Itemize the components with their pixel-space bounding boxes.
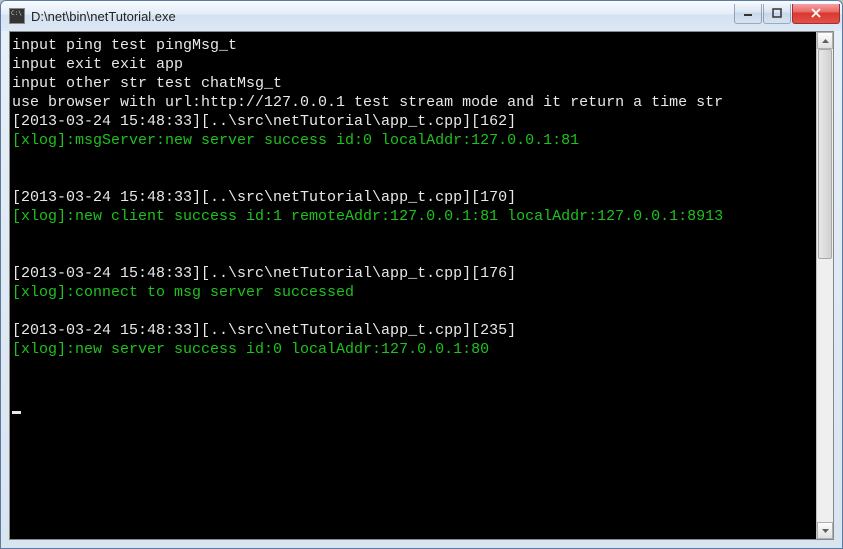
app-icon bbox=[9, 8, 25, 24]
console-line: [xlog]:new server success id:0 localAddr… bbox=[12, 340, 814, 359]
console-line: [2013-03-24 15:48:33][..\src\netTutorial… bbox=[12, 112, 814, 131]
scroll-up-button[interactable] bbox=[817, 32, 833, 49]
console-line: [xlog]:new client success id:1 remoteAdd… bbox=[12, 207, 814, 226]
console-line bbox=[12, 378, 814, 397]
close-button[interactable] bbox=[792, 4, 840, 24]
maximize-icon bbox=[772, 8, 782, 18]
vertical-scrollbar[interactable] bbox=[816, 32, 833, 539]
close-icon bbox=[810, 8, 822, 18]
chevron-down-icon bbox=[822, 529, 829, 533]
maximize-button[interactable] bbox=[763, 4, 791, 24]
console-line: [2013-03-24 15:48:33][..\src\netTutorial… bbox=[12, 188, 814, 207]
console-line: [2013-03-24 15:48:33][..\src\netTutorial… bbox=[12, 321, 814, 340]
chevron-up-icon bbox=[822, 39, 829, 43]
window-frame: D:\net\bin\netTutorial.exe input ping te… bbox=[0, 0, 843, 549]
console-line: input ping test pingMsg_t bbox=[12, 36, 814, 55]
console-line: [xlog]:connect to msg server successed bbox=[12, 283, 814, 302]
console-line: [xlog]:msgServer:new server success id:0… bbox=[12, 131, 814, 150]
titlebar[interactable]: D:\net\bin\netTutorial.exe bbox=[1, 1, 842, 31]
console-line: input other str test chatMsg_t bbox=[12, 74, 814, 93]
console-line bbox=[12, 245, 814, 264]
console-line: [2013-03-24 15:48:33][..\src\netTutorial… bbox=[12, 264, 814, 283]
console-line: input exit exit app bbox=[12, 55, 814, 74]
window-title: D:\net\bin\netTutorial.exe bbox=[31, 9, 733, 24]
minimize-button[interactable] bbox=[734, 4, 762, 24]
console-line bbox=[12, 359, 814, 378]
scroll-thumb[interactable] bbox=[818, 49, 832, 259]
window-controls bbox=[733, 4, 840, 24]
scroll-down-button[interactable] bbox=[817, 522, 833, 539]
scroll-track[interactable] bbox=[817, 49, 833, 522]
console-line bbox=[12, 302, 814, 321]
console-line bbox=[12, 226, 814, 245]
minimize-icon bbox=[743, 8, 753, 18]
console-line bbox=[12, 169, 814, 188]
console-line bbox=[12, 397, 814, 416]
console-line: use browser with url:http://127.0.0.1 te… bbox=[12, 93, 814, 112]
cursor bbox=[12, 411, 21, 414]
console-frame: input ping test pingMsg_tinput exit exit… bbox=[9, 31, 834, 540]
console-output[interactable]: input ping test pingMsg_tinput exit exit… bbox=[10, 32, 816, 539]
console-line bbox=[12, 150, 814, 169]
